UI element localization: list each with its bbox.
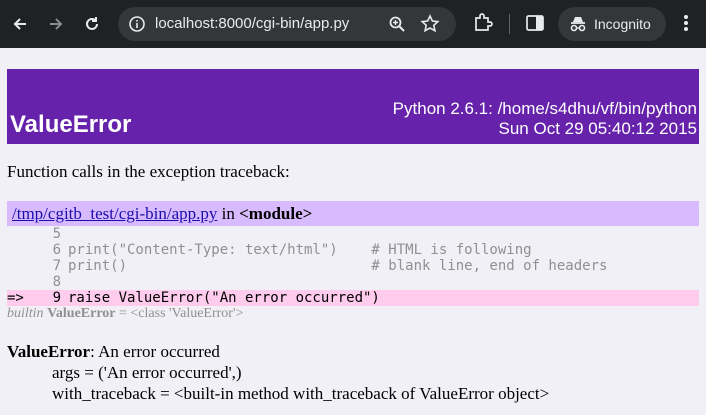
incognito-label: Incognito bbox=[594, 16, 651, 32]
code-line: 8 bbox=[7, 274, 699, 290]
line-number: 7 bbox=[52, 258, 61, 274]
zoom-icon[interactable] bbox=[388, 15, 406, 37]
source-file-link[interactable]: /tmp/cgitb_test/cgi-bin/app.py bbox=[12, 204, 217, 223]
locals-value: = <class 'ValueError'> bbox=[119, 306, 244, 321]
error-timestamp: Sun Oct 29 05:40:12 2015 bbox=[498, 119, 698, 138]
summary-exception-name: ValueError bbox=[7, 342, 91, 361]
extensions-puzzle-icon[interactable] bbox=[472, 12, 494, 38]
line-code: print() # blank line, end of headers bbox=[68, 258, 608, 274]
browser-toolbar: localhost:8000/cgi-bin/app.py Incognito bbox=[0, 0, 706, 48]
code-line: 7 print() # blank line, end of headers bbox=[7, 258, 699, 274]
line-number: 6 bbox=[52, 242, 61, 258]
bookmark-star-icon[interactable] bbox=[420, 14, 440, 38]
exception-summary: ValueError: An error occurred args = ('A… bbox=[7, 341, 549, 404]
toolbar-divider bbox=[509, 14, 510, 34]
summary-with-traceback: with_traceback = <built-in method with_t… bbox=[52, 384, 550, 403]
frame-header: /tmp/cgitb_test/cgi-bin/app.py in <modul… bbox=[7, 201, 699, 226]
summary-args: args = ('An error occurred',) bbox=[52, 363, 242, 382]
line-number: 9 bbox=[52, 290, 61, 306]
reload-icon bbox=[86, 17, 98, 30]
summary-line: ValueError: An error occurred bbox=[7, 341, 549, 362]
line-code: raise ValueError("An error occurred") bbox=[68, 290, 380, 306]
locals-name: ValueError bbox=[47, 306, 116, 321]
kebab-menu-icon[interactable] bbox=[677, 12, 695, 38]
line-number: 8 bbox=[52, 274, 61, 290]
highlighted-code-line: => 9 raise ValueError("An error occurred") bbox=[7, 290, 699, 306]
back-arrow-icon bbox=[13, 18, 26, 30]
error-banner: Python 2.6.1: /home/s4dhu/vf/bin/python … bbox=[7, 69, 699, 144]
line-arrow: => bbox=[7, 290, 24, 306]
incognito-badge[interactable]: Incognito bbox=[558, 7, 666, 41]
frame-function: <module> bbox=[239, 204, 313, 223]
side-panel-icon[interactable] bbox=[524, 12, 546, 38]
exception-title: ValueError bbox=[10, 111, 132, 138]
forward-button[interactable] bbox=[44, 12, 68, 36]
summary-message: : An error occurred bbox=[90, 342, 220, 361]
reload-button[interactable] bbox=[80, 12, 104, 36]
frame-locals: builtin ValueError = <class 'ValueError'… bbox=[7, 306, 243, 322]
locals-prefix: builtin bbox=[7, 306, 44, 321]
url-text[interactable]: localhost:8000/cgi-bin/app.py bbox=[155, 15, 349, 32]
frame-in-text: in bbox=[221, 204, 235, 223]
back-button[interactable] bbox=[8, 12, 32, 36]
python-version-path: Python 2.6.1: /home/s4dhu/vf/bin/python bbox=[392, 99, 697, 118]
python-info: Python 2.6.1: /home/s4dhu/vf/bin/python … bbox=[393, 99, 697, 139]
line-code: print("Content-Type: text/html") # HTML … bbox=[68, 242, 532, 258]
code-line: 5 bbox=[7, 226, 699, 242]
page-content: Python 2.6.1: /home/s4dhu/vf/bin/python … bbox=[0, 48, 706, 415]
site-info-icon[interactable] bbox=[128, 15, 146, 37]
forward-arrow-icon bbox=[50, 18, 63, 30]
code-listing: 5 6 print("Content-Type: text/html") # HT… bbox=[7, 226, 699, 306]
code-line: 6 print("Content-Type: text/html") # HTML… bbox=[7, 242, 699, 258]
traceback-intro: Function calls in the exception tracebac… bbox=[7, 162, 290, 181]
line-number: 5 bbox=[52, 226, 61, 242]
incognito-icon bbox=[568, 15, 588, 37]
address-bar[interactable]: localhost:8000/cgi-bin/app.py bbox=[118, 7, 456, 41]
